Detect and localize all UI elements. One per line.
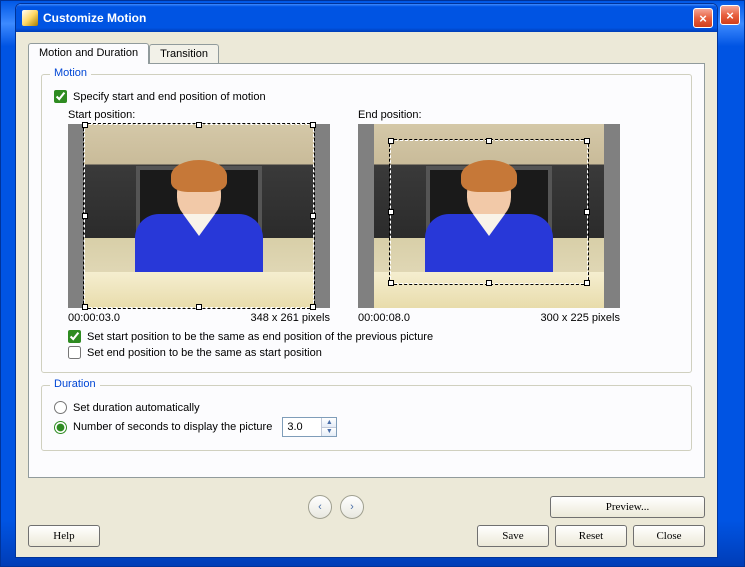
duration-seconds-label: Number of seconds to display the picture (73, 421, 272, 433)
save-button[interactable]: Save (477, 525, 549, 547)
duration-seconds-row: Number of seconds to display the picture… (54, 417, 679, 437)
spinner-down[interactable]: ▼ (322, 428, 336, 437)
app-icon (22, 10, 38, 26)
motion-group-title: Motion (50, 67, 91, 79)
tab-transition[interactable]: Transition (149, 44, 219, 63)
duration-group-title: Duration (50, 378, 100, 390)
tabstrip: Motion and Duration Transition (28, 42, 705, 63)
end-selection-box[interactable] (390, 140, 588, 284)
start-position-label: Start position: (68, 109, 330, 121)
handle-ml[interactable] (82, 213, 88, 219)
handle-ml[interactable] (388, 209, 394, 215)
handle-br[interactable] (584, 280, 590, 286)
start-timestamp: 00:00:03.0 (68, 312, 120, 324)
handle-br[interactable] (310, 304, 316, 310)
handle-mr[interactable] (584, 209, 590, 215)
set-start-same-checkbox-row[interactable]: Set start position to be the same as end… (68, 330, 679, 343)
set-start-same-checkbox[interactable] (68, 330, 81, 343)
duration-auto-label: Set duration automatically (73, 402, 200, 414)
duration-input[interactable] (283, 418, 321, 436)
duration-group: Duration Set duration automatically Numb… (41, 385, 692, 451)
close-icon[interactable]: × (693, 8, 713, 28)
start-position-frame[interactable] (68, 124, 330, 308)
handle-tc[interactable] (486, 138, 492, 144)
end-timestamp: 00:00:08.0 (358, 312, 410, 324)
handle-bc[interactable] (486, 280, 492, 286)
duration-auto-row[interactable]: Set duration automatically (54, 401, 679, 414)
reset-button[interactable]: Reset (555, 525, 627, 547)
start-selection-box[interactable] (84, 124, 314, 308)
end-position-label: End position: (358, 109, 620, 121)
parent-close-button[interactable]: × (720, 5, 740, 25)
end-info: 00:00:08.0 300 x 225 pixels (358, 312, 620, 324)
handle-bl[interactable] (388, 280, 394, 286)
footer-buttons: Help Save Reset Close (28, 525, 705, 547)
duration-spinner: ▲ ▼ (282, 417, 337, 437)
set-end-same-checkbox[interactable] (68, 346, 81, 359)
set-start-same-label: Set start position to be the same as end… (87, 331, 433, 343)
start-info: 00:00:03.0 348 x 261 pixels (68, 312, 330, 324)
end-position-frame[interactable] (358, 124, 620, 308)
chevron-right-icon: › (350, 501, 354, 513)
start-dimensions: 348 x 261 pixels (251, 312, 331, 324)
specify-motion-checkbox-row[interactable]: Specify start and end position of motion (54, 90, 679, 103)
end-position-block: End position: 00:00 (358, 109, 620, 324)
spinner-up[interactable]: ▲ (322, 418, 336, 428)
positions-row: Start position: 00: (68, 109, 679, 324)
dialog-body: Motion and Duration Transition Motion Sp… (16, 32, 717, 557)
handle-bl[interactable] (82, 304, 88, 310)
help-button[interactable]: Help (28, 525, 100, 547)
window-title: Customize Motion (43, 11, 693, 25)
set-end-same-label: Set end position to be the same as start… (87, 347, 322, 359)
close-button[interactable]: Close (633, 525, 705, 547)
tab-motion-and-duration[interactable]: Motion and Duration (28, 43, 149, 64)
duration-auto-radio[interactable] (54, 401, 67, 414)
specify-motion-checkbox[interactable] (54, 90, 67, 103)
nav-preview-row: ‹ › Preview... (28, 495, 705, 519)
handle-tl[interactable] (82, 122, 88, 128)
duration-seconds-radio[interactable] (54, 421, 67, 434)
duration-seconds-radio-row[interactable]: Number of seconds to display the picture (54, 421, 272, 434)
customize-motion-dialog: Customize Motion × Motion and Duration T… (15, 3, 718, 558)
chevron-left-icon: ‹ (318, 501, 322, 513)
handle-mr[interactable] (310, 213, 316, 219)
titlebar[interactable]: Customize Motion × (16, 4, 717, 32)
motion-group: Motion Specify start and end position of… (41, 74, 692, 373)
end-dimensions: 300 x 225 pixels (541, 312, 621, 324)
handle-bc[interactable] (196, 304, 202, 310)
handle-tl[interactable] (388, 138, 394, 144)
start-position-block: Start position: 00: (68, 109, 330, 324)
handle-tc[interactable] (196, 122, 202, 128)
handle-tr[interactable] (584, 138, 590, 144)
next-button[interactable]: › (340, 495, 364, 519)
specify-motion-label: Specify start and end position of motion (73, 91, 266, 103)
set-end-same-checkbox-row[interactable]: Set end position to be the same as start… (68, 346, 679, 359)
prev-button[interactable]: ‹ (308, 495, 332, 519)
tab-content: Motion Specify start and end position of… (28, 63, 705, 478)
handle-tr[interactable] (310, 122, 316, 128)
preview-button[interactable]: Preview... (550, 496, 705, 518)
